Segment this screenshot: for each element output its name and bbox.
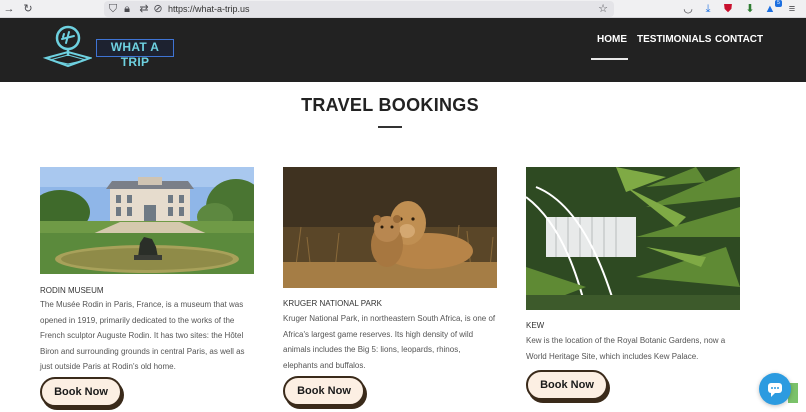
book-now-button-kew[interactable]: Book Now <box>526 370 608 400</box>
shield-icon[interactable]: ⛉ <box>107 2 119 16</box>
card-description-kew: Kew is the location of the Royal Botanic… <box>526 336 726 361</box>
logo-icon[interactable] <box>42 24 92 72</box>
tracking-blocked-icon[interactable]: ⊘ <box>152 2 164 16</box>
forward-arrow-icon[interactable]: → <box>3 2 15 16</box>
site-header: WHAT A TRIP HOME TESTIMONIALS CONTACT <box>0 18 806 82</box>
lock-icon[interactable]: 🔒︎ <box>121 2 133 16</box>
browser-toolbar: → ↻ ⛉ 🔒︎ ⇄ ⊘ https://what-a-trip.us ☆ ◡ … <box>0 0 806 18</box>
pocket-icon[interactable]: ◡ <box>682 2 694 16</box>
url-text[interactable]: https://what-a-trip.us <box>168 2 250 16</box>
title-divider <box>378 126 402 128</box>
reload-icon[interactable]: ↻ <box>22 2 34 16</box>
nav-testimonials[interactable]: TESTIMONIALS <box>637 34 711 46</box>
notification-badge: 5 <box>775 0 782 7</box>
rodin-museum-image <box>40 167 254 274</box>
download-icon[interactable]: ⤓ <box>702 2 714 16</box>
logo-text[interactable]: WHAT A TRIP <box>96 39 174 69</box>
kew-gardens-image <box>526 167 740 310</box>
ublock-icon[interactable]: ⛊ <box>722 2 734 16</box>
kruger-lions-image <box>283 167 497 288</box>
card-description-kruger: Kruger National Park, in northeastern So… <box>283 314 496 370</box>
card-description-rodin: The Musée Rodin in Paris, France, is a m… <box>40 300 245 371</box>
nav-contact[interactable]: CONTACT <box>715 34 763 46</box>
chat-icon <box>768 383 782 397</box>
book-now-button-rodin[interactable]: Book Now <box>40 377 122 407</box>
page-title: TRAVEL BOOKINGS <box>301 95 479 115</box>
card-title-kew: KEW <box>526 321 545 330</box>
nav-active-underline <box>591 58 628 60</box>
bookmark-star-icon[interactable]: ☆ <box>597 2 609 16</box>
green-arrow-icon[interactable]: ⬇ <box>744 2 756 16</box>
book-now-button-kruger[interactable]: Book Now <box>283 376 365 406</box>
card-title-kruger: KRUGER NATIONAL PARK <box>283 299 382 308</box>
menu-icon[interactable]: ≡ <box>786 2 798 16</box>
nav-home[interactable]: HOME <box>597 34 627 46</box>
card-title-rodin: RODIN MUSEUM <box>40 286 104 295</box>
chat-widget-button[interactable] <box>759 373 791 405</box>
permissions-icon[interactable]: ⇄ <box>138 2 150 16</box>
